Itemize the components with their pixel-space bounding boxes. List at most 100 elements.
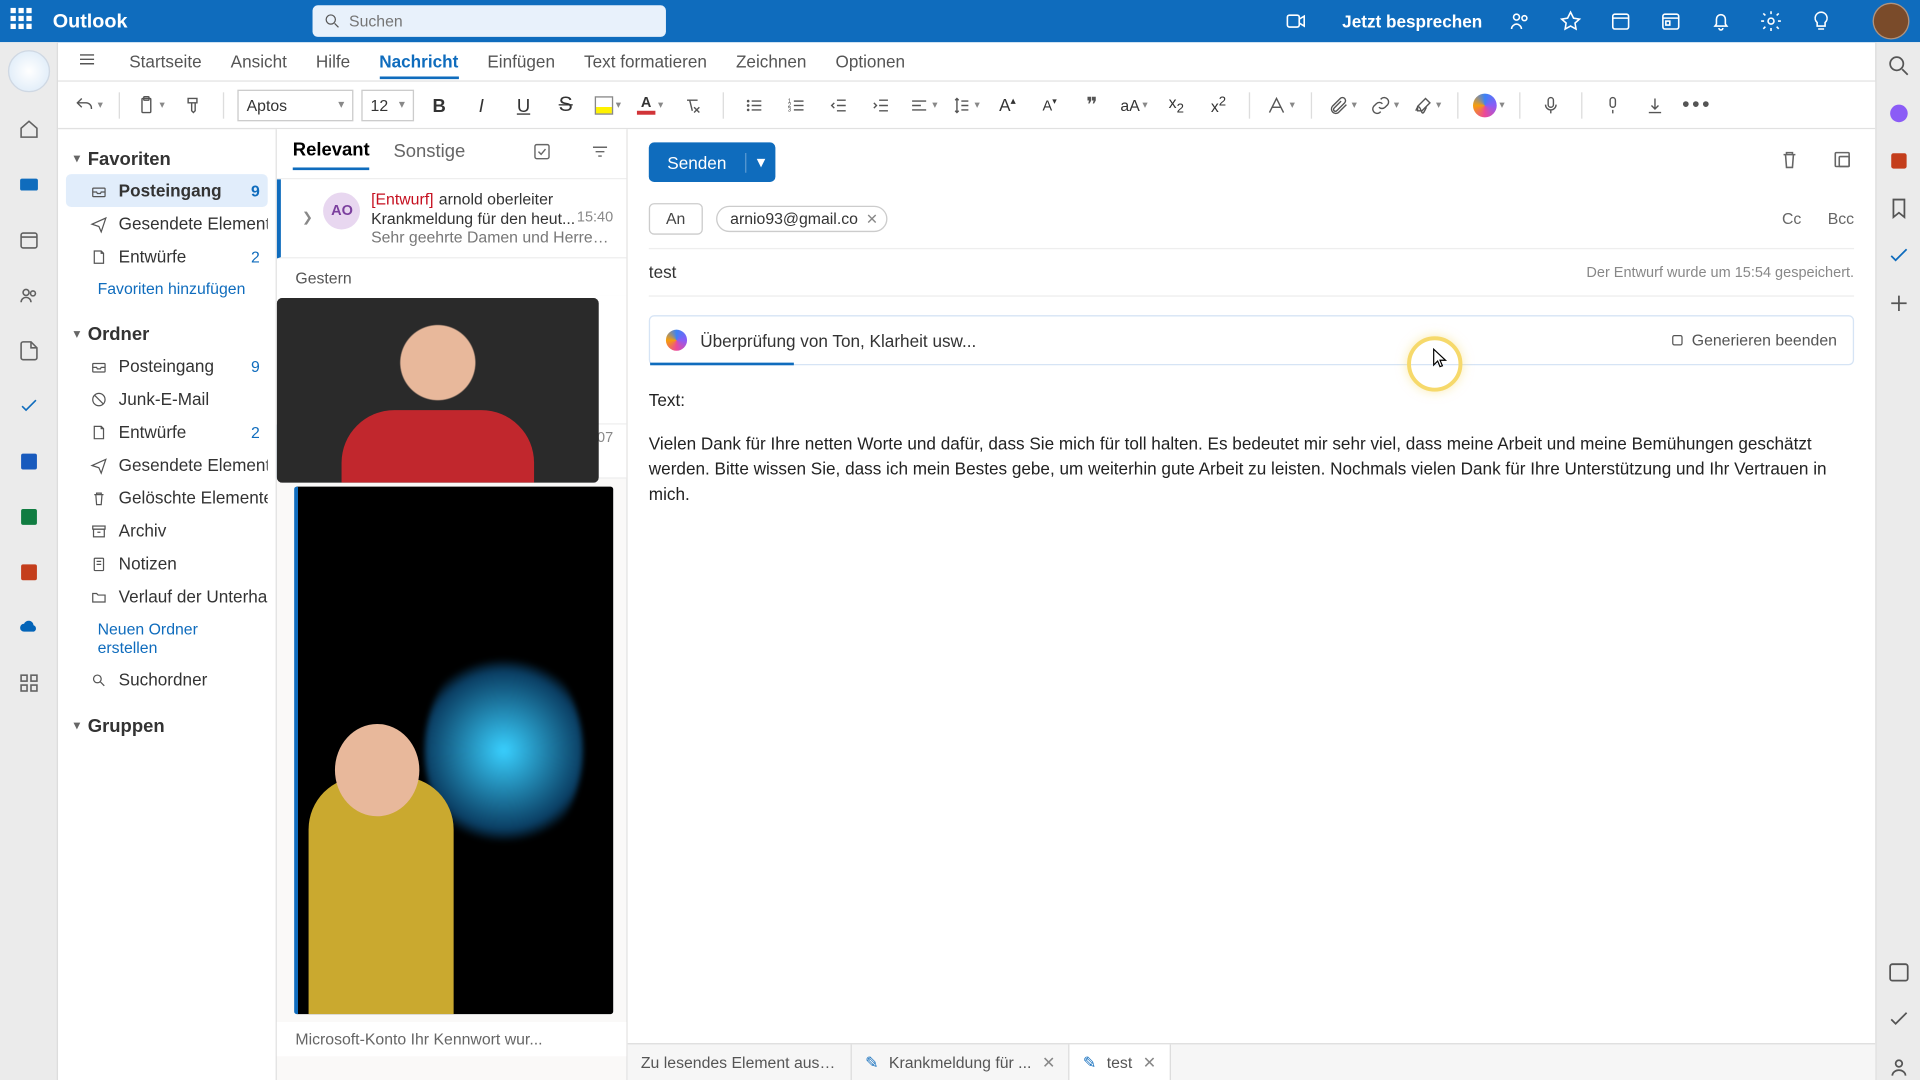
nav-toggle-icon[interactable] (76, 49, 97, 74)
ribbon-tab[interactable]: Hilfe (316, 46, 350, 76)
close-tab-icon[interactable]: ✕ (1143, 1053, 1156, 1071)
ribbon-tab[interactable]: Einfügen (487, 46, 555, 76)
notifications-icon[interactable] (1709, 9, 1733, 33)
other-tab[interactable]: Sonstige (393, 139, 465, 168)
ribbon-tab[interactable]: Ansicht (231, 46, 287, 76)
copilot-pane-icon[interactable] (1885, 100, 1911, 126)
remove-recipient-icon[interactable]: ✕ (866, 210, 878, 227)
folder-item[interactable]: Archiv (66, 514, 268, 547)
indent-icon[interactable] (864, 88, 898, 122)
folder-item[interactable]: Entwürfe2 (66, 240, 268, 273)
strike-icon[interactable]: S (549, 88, 583, 122)
folder-item[interactable]: Verlauf der Unterhalt... (66, 580, 268, 613)
day-icon[interactable] (1659, 9, 1683, 33)
folder-item[interactable]: Entwürfe2 (66, 415, 268, 448)
search-input[interactable] (349, 12, 655, 30)
calendar-peek-icon[interactable] (1609, 9, 1633, 33)
to-button[interactable]: An (649, 203, 703, 235)
ribbon-tab[interactable]: Optionen (835, 46, 905, 76)
link-icon[interactable]: ▾ (1367, 88, 1401, 122)
message-item[interactable]: ❯ AO [Entwurf] arnold oberleiter Krankme… (277, 179, 626, 258)
todo-pane-icon[interactable] (1885, 243, 1911, 269)
settings-icon[interactable] (1759, 9, 1783, 33)
favorites-header[interactable]: Favoriten (66, 142, 268, 174)
folder-item[interactable]: Gesendete Elemente (66, 207, 268, 240)
attach-icon[interactable]: ▾ (1325, 88, 1359, 122)
clear-format-icon[interactable] (675, 88, 709, 122)
outdent-icon[interactable] (822, 88, 856, 122)
tips-icon[interactable] (1809, 9, 1833, 33)
ribbon-tab[interactable]: Startseite (129, 46, 201, 76)
underline-icon[interactable]: U (506, 88, 540, 122)
download-icon[interactable] (1638, 88, 1672, 122)
spacing-icon[interactable]: ▾ (948, 88, 982, 122)
font-color-icon[interactable]: A▾ (633, 88, 667, 122)
meet-now-icon[interactable] (1284, 9, 1308, 33)
sensitivity-icon[interactable] (1596, 88, 1630, 122)
contacts-peek-icon[interactable] (1885, 1054, 1911, 1080)
paste-icon[interactable]: ▾ (133, 88, 167, 122)
filter-icon[interactable] (589, 141, 610, 166)
more-apps-rail-icon[interactable] (10, 665, 47, 702)
search-box[interactable] (312, 5, 665, 37)
word-rail-icon[interactable] (10, 443, 47, 480)
popout-icon[interactable] (1830, 147, 1854, 177)
powerpoint-rail-icon[interactable] (10, 554, 47, 591)
bookmark-pane-icon[interactable] (1885, 195, 1911, 221)
copilot-icon[interactable] (7, 50, 49, 92)
ribbon-tab[interactable]: Text formatieren (584, 46, 707, 76)
ribbon-tab[interactable]: Nachricht (379, 46, 458, 79)
cc-toggle[interactable]: Cc (1782, 210, 1801, 228)
subscript-icon[interactable]: x2 (1159, 88, 1193, 122)
calendar-peek2-icon[interactable] (1885, 959, 1911, 985)
add-favorite-link[interactable]: Favoriten hinzufügen (66, 273, 268, 305)
subject-value[interactable]: test (649, 262, 677, 282)
draft-tab[interactable]: Zu lesendes Element ausw... (628, 1044, 852, 1080)
more-ribbon-icon[interactable]: ••• (1680, 88, 1714, 122)
bold-icon[interactable]: B (422, 88, 456, 122)
quote-icon[interactable]: ❞ (1075, 88, 1109, 122)
align-icon[interactable]: ▾ (906, 88, 940, 122)
folder-item[interactable]: Posteingang9 (66, 174, 268, 207)
case-icon[interactable]: aA▾ (1117, 88, 1151, 122)
shrink-font-icon[interactable]: A▾ (1033, 88, 1067, 122)
ribbon-tab[interactable]: Zeichnen (736, 46, 807, 76)
folder-item[interactable]: Posteingang9 (66, 349, 268, 382)
onedrive-rail-icon[interactable] (10, 609, 47, 646)
focused-tab[interactable]: Relevant (293, 138, 370, 170)
font-name-select[interactable]: Aptos▾ (237, 89, 353, 121)
folder-item[interactable]: Gelöschte Elemente (66, 481, 268, 514)
app-launcher-icon[interactable] (11, 8, 37, 34)
new-folder-link[interactable]: Neuen Ordner erstellen (66, 613, 268, 663)
folder-item[interactable]: Gesendete Elemente (66, 448, 268, 481)
highlight-icon[interactable]: ▾ (591, 88, 625, 122)
styles-icon[interactable]: ▾ (1263, 88, 1297, 122)
message-body[interactable]: Text: Vielen Dank für Ihre netten Worte … (628, 365, 1875, 507)
teams-icon[interactable] (1509, 9, 1533, 33)
premium-icon[interactable] (1559, 9, 1583, 33)
grow-font-icon[interactable]: A▴ (990, 88, 1024, 122)
signature-icon[interactable]: ▾ (1410, 88, 1444, 122)
search-folders-item[interactable]: Suchordner (66, 663, 268, 696)
people-rail-icon[interactable] (10, 277, 47, 314)
excel-rail-icon[interactable] (10, 498, 47, 535)
expand-icon[interactable]: ❯ (302, 211, 313, 226)
discard-icon[interactable] (1778, 147, 1802, 177)
tasks-peek-icon[interactable] (1885, 1006, 1911, 1032)
message-preview[interactable]: Microsoft-Konto Ihr Kennwort wur... (277, 1022, 626, 1056)
dictate-icon[interactable] (1534, 88, 1568, 122)
home-rail-icon[interactable] (10, 111, 47, 148)
font-size-select[interactable]: 12▾ (361, 89, 414, 121)
numbering-icon[interactable]: 123 (779, 88, 813, 122)
todo-rail-icon[interactable] (10, 388, 47, 425)
draft-tab[interactable]: ✎test✕ (1070, 1044, 1171, 1080)
folder-item[interactable]: Junk-E-Mail (66, 382, 268, 415)
bullets-icon[interactable] (737, 88, 771, 122)
folders-header[interactable]: Ordner (66, 318, 268, 350)
copilot-stop-button[interactable]: Generieren beenden (1668, 331, 1837, 349)
italic-icon[interactable]: I (464, 88, 498, 122)
account-avatar[interactable] (1873, 3, 1910, 40)
pp-pane-icon[interactable] (1885, 148, 1911, 174)
draft-tab[interactable]: ✎Krankmeldung für ...✕ (852, 1044, 1070, 1080)
copilot-ribbon-icon[interactable]: ▾ (1472, 88, 1506, 122)
